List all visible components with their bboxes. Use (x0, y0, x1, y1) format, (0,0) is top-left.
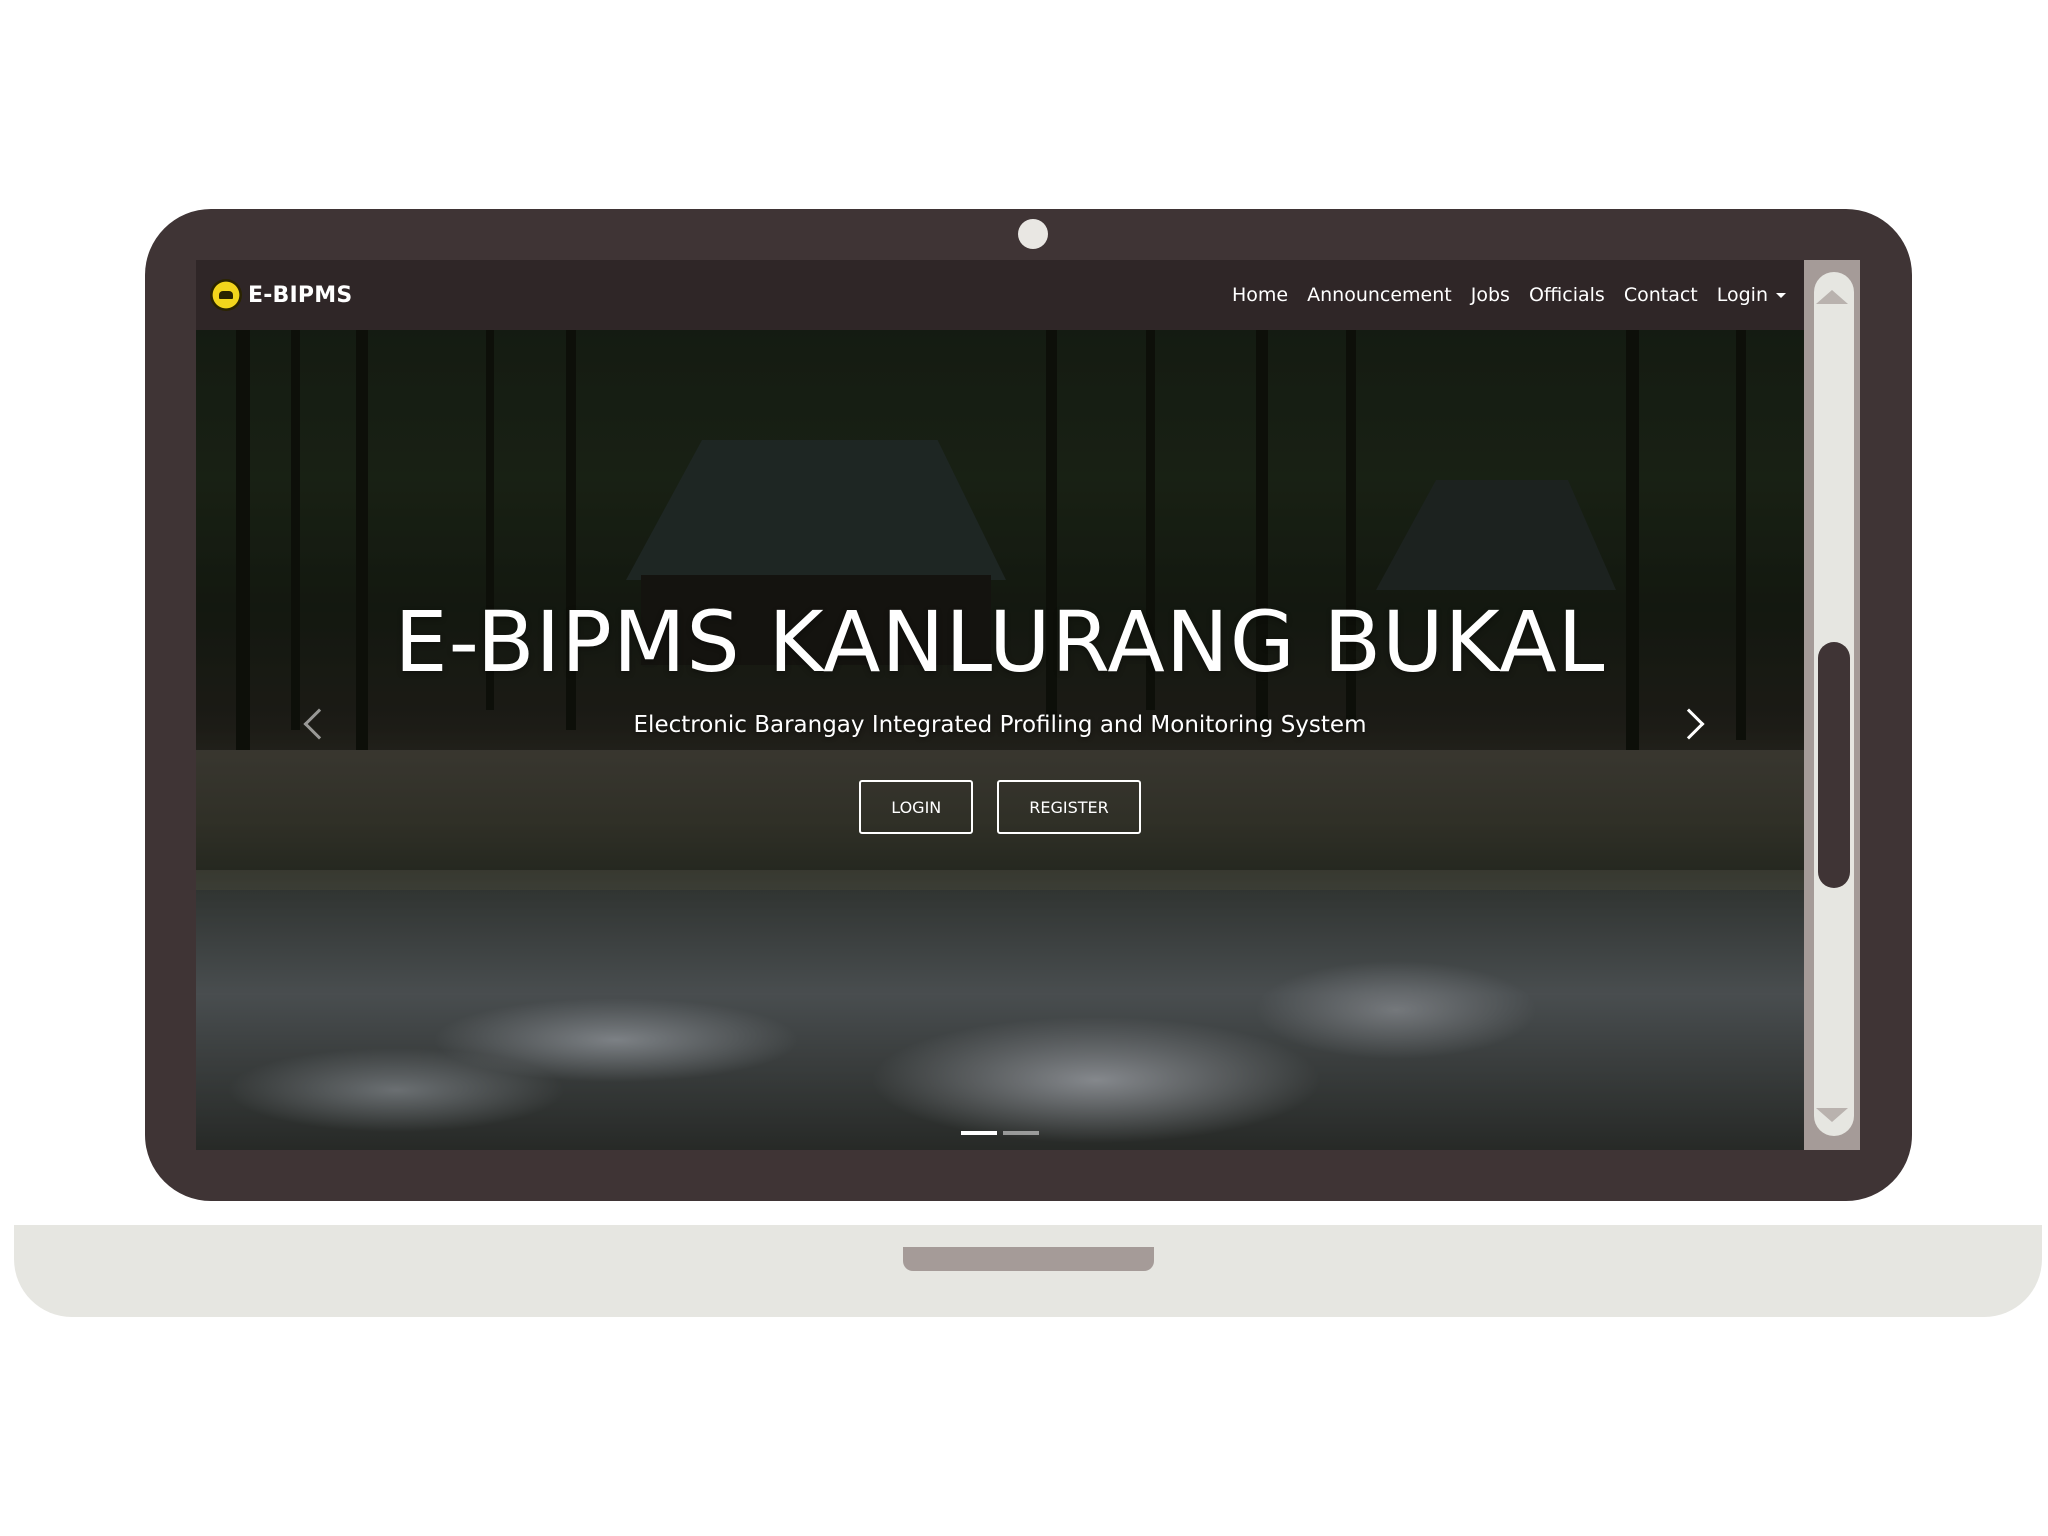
nav-announcement[interactable]: Announcement (1307, 284, 1452, 306)
hero-carousel: E-BIPMS KANLURANG BUKAL Electronic Baran… (196, 330, 1804, 1150)
nav-officials[interactable]: Officials (1529, 284, 1605, 306)
login-button[interactable]: LOGIN (859, 780, 974, 834)
brand-name: E-BIPMS (248, 282, 353, 308)
scrollbar-thumb[interactable] (1818, 642, 1850, 888)
browser-viewport: E-BIPMS Home Announcement Jobs Officials… (196, 260, 1804, 1150)
register-button[interactable]: REGISTER (997, 780, 1141, 834)
scroll-up-arrow-icon[interactable] (1816, 290, 1848, 304)
hero-subtitle: Electronic Barangay Integrated Profiling… (633, 712, 1367, 738)
nav-menu: Home Announcement Jobs Officials Contact… (1232, 284, 1786, 306)
vertical-scrollbar[interactable] (1804, 260, 1860, 1150)
webcam-icon (1018, 219, 1048, 249)
caret-down-icon (1776, 293, 1786, 298)
hero-title: E-BIPMS KANLURANG BUKAL (394, 593, 1606, 691)
laptop-mockup: E-BIPMS Home Announcement Jobs Officials… (0, 0, 2048, 1536)
hero-overlay (196, 330, 1804, 1150)
nav-login-label: Login (1716, 284, 1768, 306)
carousel-indicators (196, 1131, 1804, 1135)
nav-home[interactable]: Home (1232, 284, 1288, 306)
nav-login-dropdown[interactable]: Login (1717, 284, 1786, 306)
laptop-screen: E-BIPMS Home Announcement Jobs Officials… (196, 260, 1860, 1150)
top-navbar: E-BIPMS Home Announcement Jobs Officials… (196, 260, 1804, 330)
hero-actions: LOGIN REGISTER (196, 780, 1804, 834)
laptop-notch (903, 1247, 1154, 1271)
carousel-indicator[interactable] (1003, 1131, 1039, 1135)
barangay-seal-icon (210, 279, 242, 311)
brand-link[interactable]: E-BIPMS (210, 279, 352, 311)
scroll-down-arrow-icon[interactable] (1816, 1108, 1848, 1122)
carousel-indicator[interactable] (961, 1131, 997, 1135)
laptop-base (14, 1225, 2042, 1317)
nav-jobs[interactable]: Jobs (1471, 284, 1510, 306)
nav-contact[interactable]: Contact (1624, 284, 1698, 306)
